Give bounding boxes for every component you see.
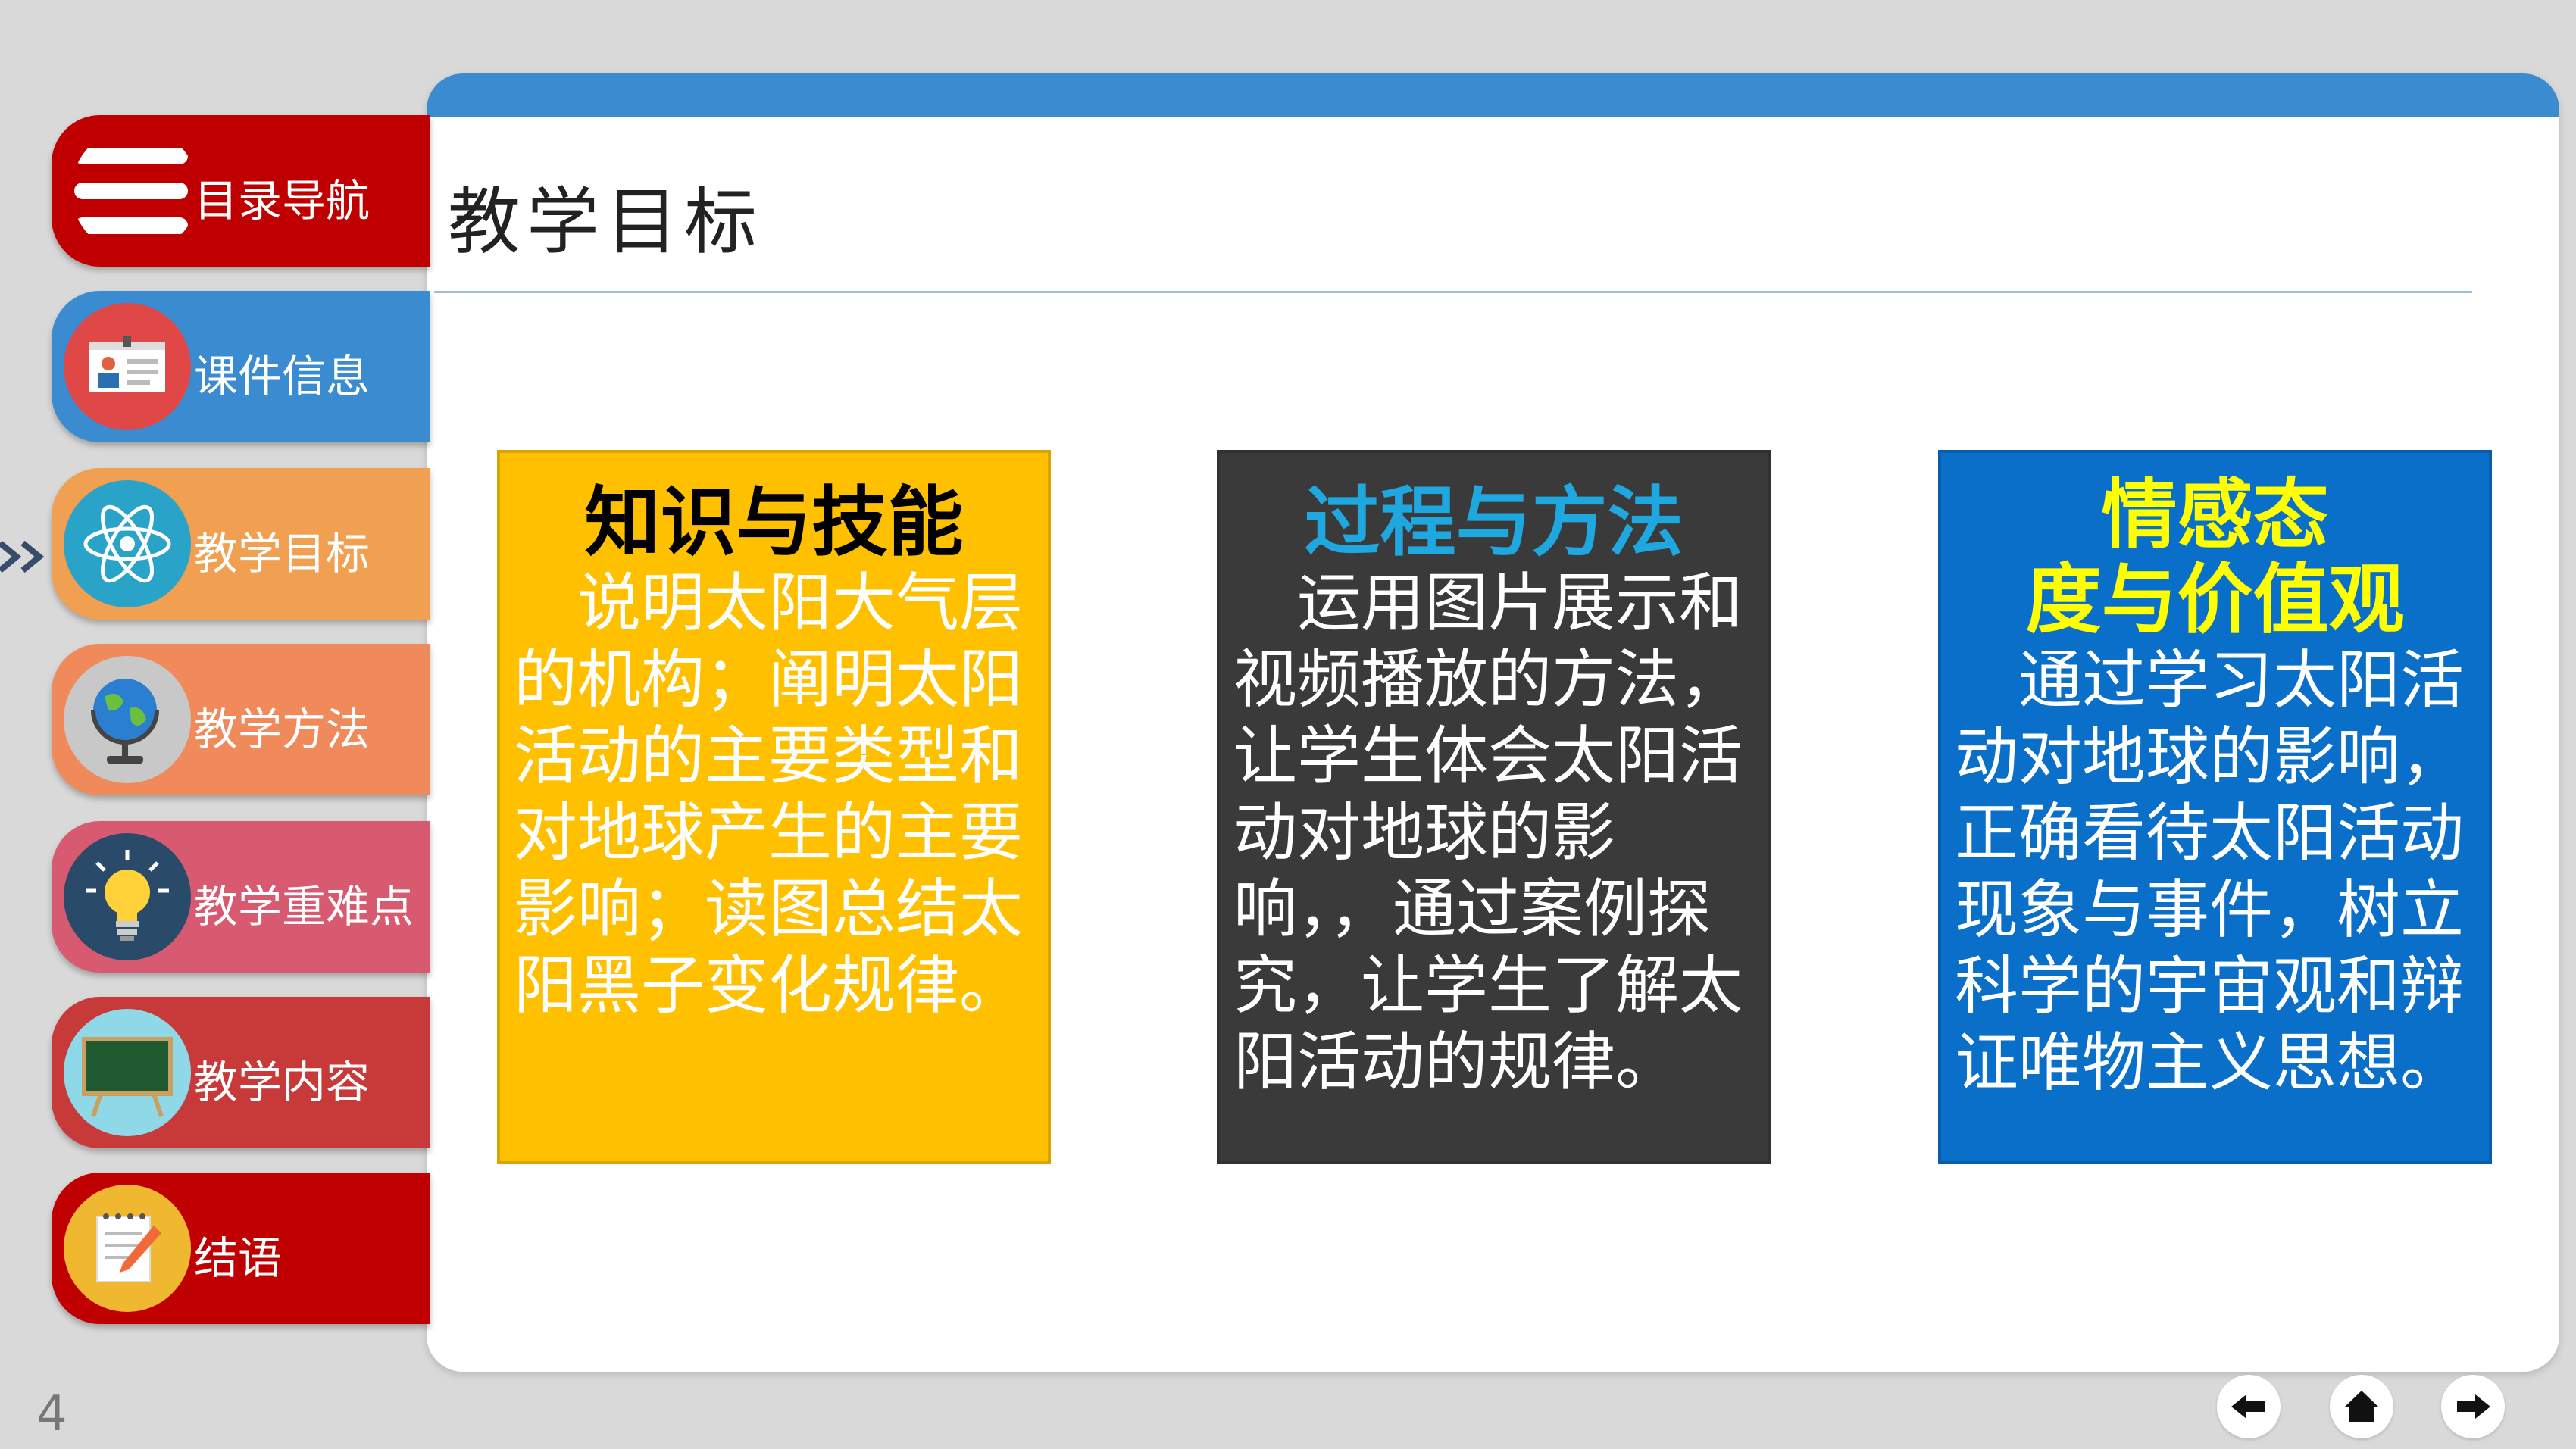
card-emotion-values: 情感态 度与价值观 通过学习太阳活动对地球的影响，正确看待太阳活动现象与事件，树…	[1938, 450, 2492, 1164]
notepad-icon	[64, 1185, 191, 1312]
card-knowledge-skills: 知识与技能 说明太阳大气层的机构；阐明太阳活动的主要类型和对地球产生的主要影响；…	[497, 450, 1051, 1164]
home-button[interactable]	[2330, 1375, 2393, 1438]
sidebar-item-label: 教学方法	[194, 704, 370, 755]
title-divider	[434, 291, 2472, 293]
sidebar-item-courseware-info[interactable]: 课件信息	[52, 291, 430, 442]
home-icon	[2344, 1391, 2379, 1422]
panel-header-bar	[427, 73, 2559, 117]
next-button[interactable]	[2441, 1375, 2505, 1438]
sidebar-item-teaching-content[interactable]: 教学内容	[52, 997, 430, 1148]
sidebar-item-label: 教学重难点	[194, 881, 414, 932]
sidebar-item-teaching-methods[interactable]: 教学方法	[52, 644, 430, 795]
globe-icon	[64, 656, 191, 783]
card-body: 运用图片展示和视频播放的方法，让学生体会太阳活动对地球的影响，，通过案例探究，让…	[1233, 566, 1743, 1099]
sidebar-item-key-difficult-points[interactable]: 教学重难点	[52, 821, 430, 973]
card-body: 说明太阳大气层的机构；阐明太阳活动的主要类型和对地球产生的主要影响；读图总结太阳…	[514, 566, 1024, 1023]
card-title: 知识与技能	[584, 478, 964, 567]
sidebar-item-label: 结语	[194, 1232, 283, 1284]
card-title: 情感态 度与价值观	[1938, 473, 2492, 642]
sidebar-item-menu[interactable]: 目录导航	[52, 115, 430, 267]
card-process-methods: 过程与方法 运用图片展示和视频播放的方法，让学生体会太阳活动对地球的影响，，通过…	[1217, 450, 1771, 1164]
active-indicator-icon	[0, 534, 53, 579]
atom-icon	[64, 480, 191, 607]
arrow-left-icon	[2231, 1394, 2265, 1419]
sidebar-item-label: 教学目标	[194, 528, 370, 579]
card-title-line: 度与价值观	[2025, 555, 2405, 644]
blackboard-icon	[64, 1009, 191, 1136]
sidebar-item-teaching-goals[interactable]: 教学目标	[52, 468, 430, 620]
sidebar-item-label: 教学内容	[194, 1057, 370, 1108]
prev-button[interactable]	[2217, 1375, 2281, 1438]
page-number: 4	[36, 1386, 67, 1442]
lightbulb-icon	[64, 833, 191, 960]
id-card-icon	[64, 303, 191, 430]
card-title-line: 情感态	[2101, 470, 2329, 559]
page-title: 教学目标	[448, 180, 763, 264]
sidebar-item-conclusion[interactable]: 结语	[52, 1173, 430, 1324]
card-title: 过程与方法	[1304, 478, 1683, 567]
arrow-right-icon	[2457, 1394, 2490, 1419]
card-body: 通过学习太阳活动对地球的影响，正确看待太阳活动现象与事件，树立科学的宇宙观和辩证…	[1955, 643, 2465, 1100]
sidebar-item-label: 目录导航	[194, 175, 370, 226]
menu-icon	[71, 127, 199, 255]
sidebar-item-label: 课件信息	[194, 351, 370, 402]
